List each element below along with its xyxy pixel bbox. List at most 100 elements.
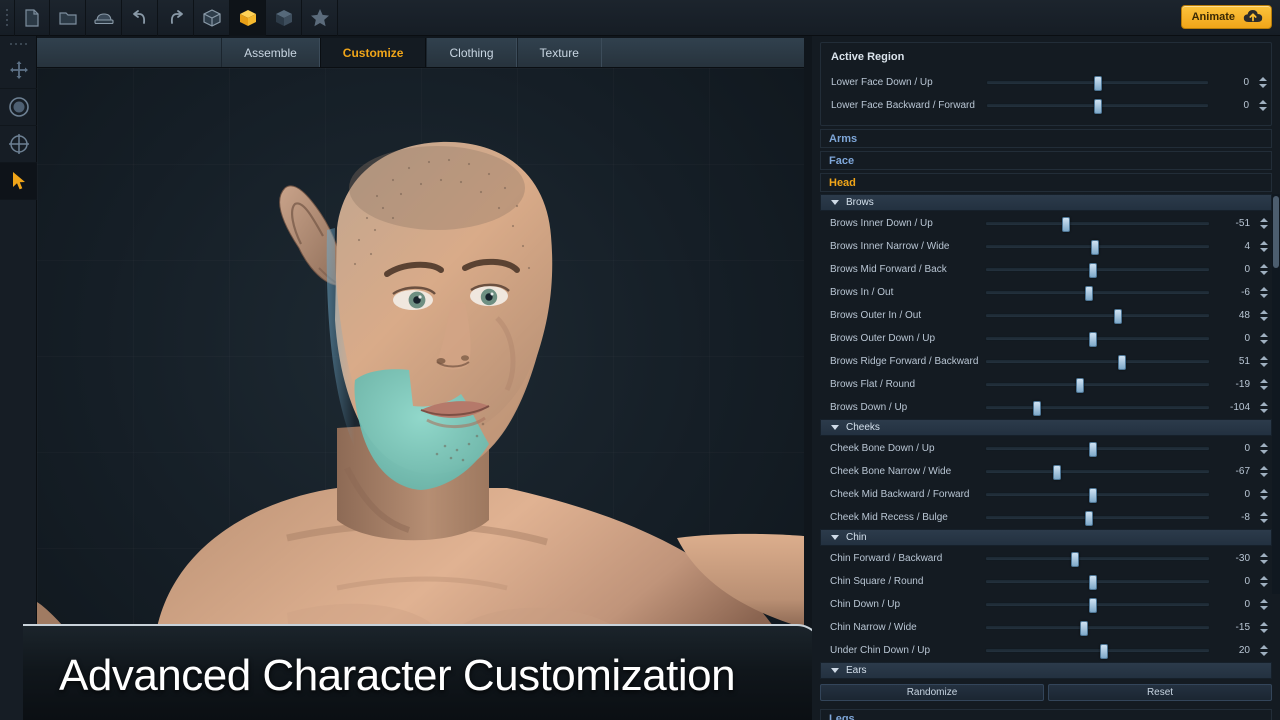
slider-knob[interactable] <box>1071 552 1079 567</box>
slider-track[interactable] <box>985 556 1210 561</box>
slider-track[interactable] <box>985 648 1210 653</box>
stepper-up-icon[interactable] <box>1260 379 1268 383</box>
slider-knob[interactable] <box>1100 644 1108 659</box>
slider-knob[interactable] <box>1062 217 1070 232</box>
redo-icon[interactable] <box>158 0 194 36</box>
slider-stepper[interactable] <box>1256 287 1272 298</box>
slider-stepper[interactable] <box>1256 622 1272 633</box>
slider-stepper[interactable] <box>1256 333 1272 344</box>
group-header-ears[interactable]: Ears <box>820 662 1272 679</box>
slider-knob[interactable] <box>1089 332 1097 347</box>
left-toolbar-drag-handle[interactable] <box>0 36 36 52</box>
region-header-head[interactable]: Head <box>820 173 1272 192</box>
slider-stepper[interactable] <box>1256 553 1272 564</box>
stepper-down-icon[interactable] <box>1259 84 1267 88</box>
slider-track[interactable] <box>985 602 1210 607</box>
slider-knob[interactable] <box>1053 465 1061 480</box>
stepper-up-icon[interactable] <box>1259 77 1267 81</box>
stepper-up-icon[interactable] <box>1260 310 1268 314</box>
stepper-down-icon[interactable] <box>1260 317 1268 321</box>
stepper-down-icon[interactable] <box>1260 386 1268 390</box>
stepper-up-icon[interactable] <box>1260 466 1268 470</box>
stepper-down-icon[interactable] <box>1260 606 1268 610</box>
slider-stepper[interactable] <box>1256 402 1272 413</box>
stepper-up-icon[interactable] <box>1260 576 1268 580</box>
slider-knob[interactable] <box>1033 401 1041 416</box>
save-icon[interactable] <box>86 0 122 36</box>
stepper-down-icon[interactable] <box>1260 652 1268 656</box>
slider-stepper[interactable] <box>1256 443 1272 454</box>
slider-stepper[interactable] <box>1256 218 1272 229</box>
group-header-chin[interactable]: Chin <box>820 529 1272 546</box>
tab-clothing[interactable]: Clothing <box>426 38 516 67</box>
slider-stepper[interactable] <box>1255 77 1271 88</box>
stepper-up-icon[interactable] <box>1260 333 1268 337</box>
undo-icon[interactable] <box>122 0 158 36</box>
slider-knob[interactable] <box>1080 621 1088 636</box>
slider-track[interactable] <box>985 313 1210 318</box>
stepper-up-icon[interactable] <box>1260 622 1268 626</box>
slider-stepper[interactable] <box>1256 576 1272 587</box>
stepper-up-icon[interactable] <box>1260 489 1268 493</box>
pivot-tool[interactable] <box>0 126 37 163</box>
slider-knob[interactable] <box>1094 76 1102 91</box>
slider-track[interactable] <box>985 405 1210 410</box>
scrollbar-thumb[interactable] <box>1273 196 1279 268</box>
slider-knob[interactable] <box>1076 378 1084 393</box>
rotate-tool[interactable] <box>0 89 37 126</box>
panel-scrollbar[interactable] <box>1272 194 1280 594</box>
slider-track[interactable] <box>985 446 1210 451</box>
new-file-icon[interactable] <box>14 0 50 36</box>
slider-knob[interactable] <box>1089 263 1097 278</box>
region-header-arms[interactable]: Arms <box>820 129 1272 148</box>
slider-stepper[interactable] <box>1256 379 1272 390</box>
slider-knob[interactable] <box>1085 286 1093 301</box>
caret-down-icon[interactable] <box>831 535 839 540</box>
star-icon[interactable] <box>302 0 338 36</box>
slider-track[interactable] <box>985 515 1210 520</box>
randomize-button[interactable]: Randomize <box>820 684 1044 701</box>
stepper-down-icon[interactable] <box>1260 473 1268 477</box>
slider-track[interactable] <box>985 267 1210 272</box>
stepper-up-icon[interactable] <box>1260 264 1268 268</box>
slider-track[interactable] <box>985 382 1210 387</box>
slider-stepper[interactable] <box>1256 645 1272 656</box>
stepper-up-icon[interactable] <box>1260 241 1268 245</box>
stepper-down-icon[interactable] <box>1260 583 1268 587</box>
character-model[interactable] <box>37 68 804 720</box>
slider-track[interactable] <box>985 290 1210 295</box>
group-header-cheeks[interactable]: Cheeks <box>820 419 1272 436</box>
stepper-down-icon[interactable] <box>1260 560 1268 564</box>
stepper-down-icon[interactable] <box>1260 450 1268 454</box>
slider-stepper[interactable] <box>1256 310 1272 321</box>
tab-assemble[interactable]: Assemble <box>221 38 320 67</box>
slider-track[interactable] <box>986 80 1209 85</box>
stepper-up-icon[interactable] <box>1260 287 1268 291</box>
slider-knob[interactable] <box>1085 511 1093 526</box>
slider-knob[interactable] <box>1089 488 1097 503</box>
stepper-up-icon[interactable] <box>1260 356 1268 360</box>
stepper-up-icon[interactable] <box>1260 443 1268 447</box>
slider-track[interactable] <box>986 103 1209 108</box>
stepper-down-icon[interactable] <box>1260 248 1268 252</box>
stepper-down-icon[interactable] <box>1260 294 1268 298</box>
reset-button[interactable]: Reset <box>1048 684 1272 701</box>
slider-track[interactable] <box>985 469 1210 474</box>
stepper-up-icon[interactable] <box>1260 645 1268 649</box>
stepper-down-icon[interactable] <box>1260 363 1268 367</box>
tab-texture[interactable]: Texture <box>517 38 602 67</box>
slider-track[interactable] <box>985 625 1210 630</box>
stepper-down-icon[interactable] <box>1260 496 1268 500</box>
slider-track[interactable] <box>985 579 1210 584</box>
stepper-down-icon[interactable] <box>1260 225 1268 229</box>
cube-shaded-icon[interactable] <box>266 0 302 36</box>
slider-knob[interactable] <box>1094 99 1102 114</box>
stepper-up-icon[interactable] <box>1260 402 1268 406</box>
slider-track[interactable] <box>985 336 1210 341</box>
region-header-face[interactable]: Face <box>820 151 1272 170</box>
caret-down-icon[interactable] <box>831 200 839 205</box>
slider-knob[interactable] <box>1118 355 1126 370</box>
caret-down-icon[interactable] <box>831 668 839 673</box>
viewport-3d[interactable]: Advanced Character Customization <box>37 68 804 720</box>
cube-solid-icon[interactable] <box>230 0 266 36</box>
